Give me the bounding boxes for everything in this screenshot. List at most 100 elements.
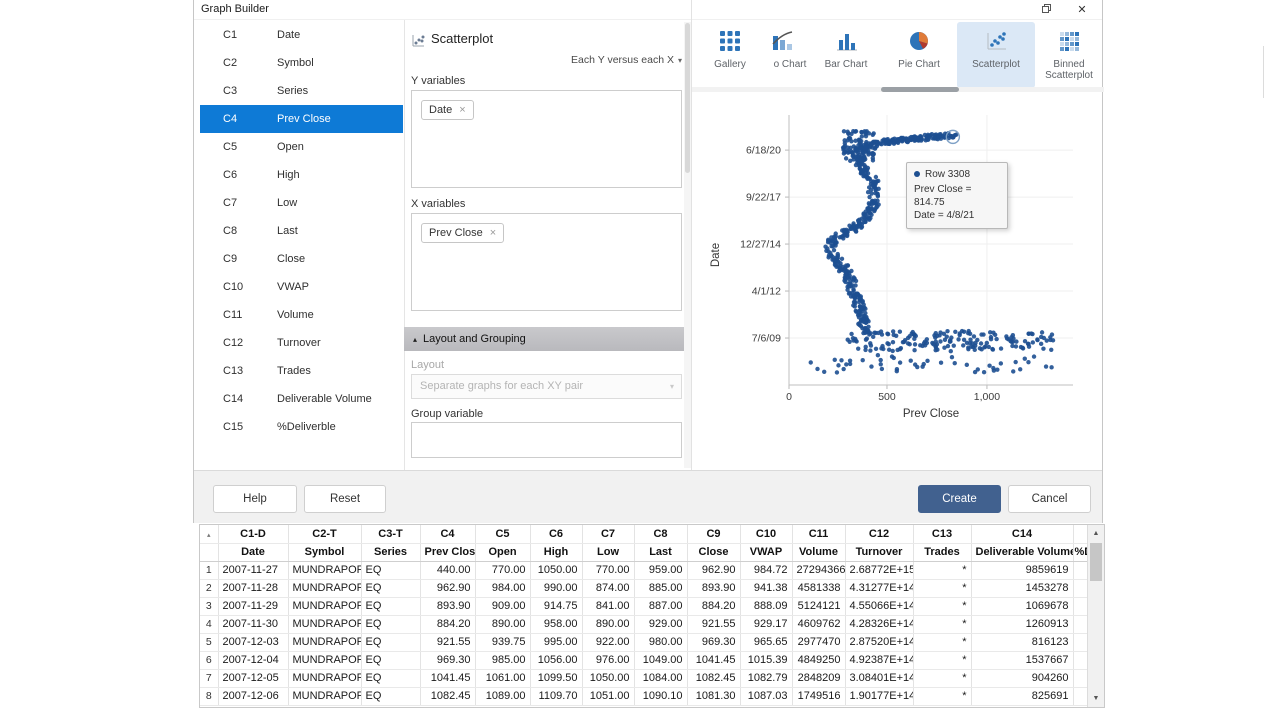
column-item-c8[interactable]: C8Last xyxy=(200,217,403,245)
mode-dropdown[interactable]: Each Y versus each X▾ xyxy=(411,54,682,66)
builder-panel-scrollbar[interactable] xyxy=(684,22,691,468)
cell[interactable]: * xyxy=(913,633,971,651)
column-item-c13[interactable]: C13Trades xyxy=(200,357,403,385)
cell[interactable]: 1537667 xyxy=(971,651,1073,669)
column-header-id[interactable] xyxy=(1073,525,1087,543)
cell[interactable]: 962.90 xyxy=(687,561,740,579)
cell[interactable]: 2007-12-05 xyxy=(218,669,288,687)
cell[interactable]: 976.00 xyxy=(582,651,634,669)
cell[interactable]: 440.00 xyxy=(420,561,475,579)
cell[interactable]: 884.20 xyxy=(687,597,740,615)
column-header-id[interactable]: C13 xyxy=(913,525,971,543)
cell[interactable]: 4.92387E+14 xyxy=(845,651,913,669)
cell[interactable]: MUNDRAPORT xyxy=(288,687,361,705)
cell[interactable]: 958.00 xyxy=(530,615,582,633)
cell[interactable]: 1089.00 xyxy=(475,687,530,705)
cell[interactable]: 1749516 xyxy=(792,687,845,705)
cell[interactable]: 1069678 xyxy=(971,597,1073,615)
cell[interactable]: 2848209 xyxy=(792,669,845,687)
reset-button[interactable]: Reset xyxy=(304,485,386,513)
cell[interactable]: 5124121 xyxy=(792,597,845,615)
column-header-name[interactable]: Low xyxy=(582,543,634,561)
column-item-c12[interactable]: C12Turnover xyxy=(200,329,403,357)
variable-chip-date[interactable]: Date× xyxy=(421,100,474,120)
scroll-down-icon[interactable]: ▼ xyxy=(1088,690,1104,707)
column-header-id[interactable]: C7 xyxy=(582,525,634,543)
cell[interactable]: MUNDRAPORT xyxy=(288,651,361,669)
column-item-c11[interactable]: C11Volume xyxy=(200,301,403,329)
gallery-item-pie-chart[interactable]: Pie Chart xyxy=(885,22,953,88)
column-header-name[interactable]: Open xyxy=(475,543,530,561)
cell[interactable]: 2.87520E+14 xyxy=(845,633,913,651)
cell[interactable]: 962.90 xyxy=(420,579,475,597)
column-header-id[interactable]: C5 xyxy=(475,525,530,543)
column-header-id[interactable]: C3-T xyxy=(361,525,420,543)
column-header-id[interactable]: C10 xyxy=(740,525,792,543)
cell[interactable] xyxy=(1073,687,1087,705)
column-header-id[interactable]: C11 xyxy=(792,525,845,543)
cell[interactable]: 984.72 xyxy=(740,561,792,579)
layout-grouping-header[interactable]: ▴Layout and Grouping xyxy=(404,327,691,351)
column-item-c14[interactable]: C14Deliverable Volume xyxy=(200,385,403,413)
gallery-scrollbar-thumb[interactable] xyxy=(881,87,959,92)
cell[interactable]: 4581338 xyxy=(792,579,845,597)
column-header-name[interactable] xyxy=(200,543,218,561)
cell[interactable]: EQ xyxy=(361,579,420,597)
column-header-name[interactable]: Series xyxy=(361,543,420,561)
column-header-name[interactable]: Trades xyxy=(913,543,971,561)
column-header-id[interactable]: C4 xyxy=(420,525,475,543)
cell[interactable]: 770.00 xyxy=(582,561,634,579)
row-number[interactable]: 2 xyxy=(200,579,218,597)
cell[interactable]: 4.31277E+14 xyxy=(845,579,913,597)
cell[interactable] xyxy=(1073,615,1087,633)
cell[interactable]: 929.00 xyxy=(634,615,687,633)
cell[interactable]: 1453278 xyxy=(971,579,1073,597)
cell[interactable]: MUNDRAPORT xyxy=(288,561,361,579)
row-number[interactable]: 7 xyxy=(200,669,218,687)
cell[interactable]: 969.30 xyxy=(687,633,740,651)
cell[interactable]: 1051.00 xyxy=(582,687,634,705)
remove-chip-icon[interactable]: × xyxy=(490,227,496,239)
cell[interactable]: 2007-12-03 xyxy=(218,633,288,651)
cell[interactable]: EQ xyxy=(361,687,420,705)
cell[interactable]: EQ xyxy=(361,615,420,633)
group-variable-dropzone[interactable] xyxy=(411,422,682,458)
cell[interactable]: * xyxy=(913,561,971,579)
cell[interactable]: 2007-12-06 xyxy=(218,687,288,705)
cell[interactable]: 959.00 xyxy=(634,561,687,579)
cell[interactable]: MUNDRAPORT xyxy=(288,633,361,651)
cell[interactable]: 885.00 xyxy=(634,579,687,597)
cell[interactable]: 1082.79 xyxy=(740,669,792,687)
cell[interactable] xyxy=(1073,561,1087,579)
remove-chip-icon[interactable]: × xyxy=(459,104,465,116)
cell[interactable]: 888.09 xyxy=(740,597,792,615)
cell[interactable]: MUNDRAPORT xyxy=(288,579,361,597)
cell[interactable]: 1090.10 xyxy=(634,687,687,705)
cell[interactable]: 929.17 xyxy=(740,615,792,633)
cell[interactable]: 890.00 xyxy=(475,615,530,633)
cell[interactable]: 985.00 xyxy=(475,651,530,669)
column-header-name[interactable]: High xyxy=(530,543,582,561)
cell[interactable]: EQ xyxy=(361,597,420,615)
close-icon[interactable]: ✕ xyxy=(1066,0,1098,20)
column-item-c5[interactable]: C5Open xyxy=(200,133,403,161)
gallery-item-gallery[interactable]: Gallery xyxy=(697,22,763,88)
cell[interactable]: 3.08401E+14 xyxy=(845,669,913,687)
column-header-id[interactable]: C6 xyxy=(530,525,582,543)
cell[interactable]: 884.20 xyxy=(420,615,475,633)
cell[interactable]: 27294366 xyxy=(792,561,845,579)
cell[interactable]: 1099.50 xyxy=(530,669,582,687)
cell[interactable]: 969.30 xyxy=(420,651,475,669)
cell[interactable]: 914.75 xyxy=(530,597,582,615)
cell[interactable]: * xyxy=(913,579,971,597)
row-number[interactable]: 4 xyxy=(200,615,218,633)
column-item-c10[interactable]: C10VWAP xyxy=(200,273,403,301)
column-header-id[interactable]: C1-D xyxy=(218,525,288,543)
cell[interactable]: EQ xyxy=(361,651,420,669)
column-header-name[interactable]: Volume xyxy=(792,543,845,561)
cell[interactable]: 1041.45 xyxy=(420,669,475,687)
gallery-item-o-chart[interactable]: o Chart xyxy=(768,22,812,88)
cell[interactable]: 909.00 xyxy=(475,597,530,615)
cell[interactable]: 921.55 xyxy=(420,633,475,651)
cell[interactable]: EQ xyxy=(361,669,420,687)
